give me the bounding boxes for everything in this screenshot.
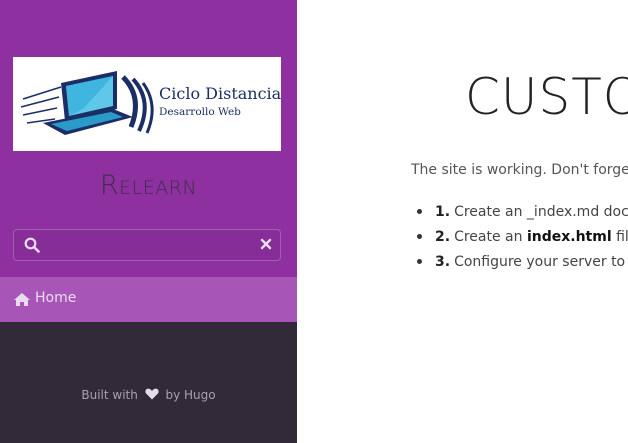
page-title: CUSTOM HOME PAGE xyxy=(465,68,628,126)
site-name[interactable]: Relearn xyxy=(0,170,297,201)
step-number: 1. xyxy=(435,204,451,220)
footer-prefix: Built with xyxy=(81,388,138,402)
footer-suffix[interactable]: by Hugo xyxy=(166,388,216,402)
menu-item-label: Home xyxy=(35,290,77,306)
intro-text: The site is working. Don't forget to cus… xyxy=(411,162,628,178)
close-icon[interactable] xyxy=(259,237,273,251)
search-icon xyxy=(24,237,40,253)
list-item: 2.Create an index.html file in the stati… xyxy=(417,227,628,252)
step-text: Configure your server to automatically r… xyxy=(454,254,628,270)
step-text: Create an _index.md document in content … xyxy=(454,204,628,220)
search-input[interactable] xyxy=(48,234,252,258)
heart-icon xyxy=(145,388,159,400)
search-box xyxy=(13,229,281,261)
list-item: 1.Create an _index.md document in conten… xyxy=(417,202,628,227)
home-icon xyxy=(14,293,30,306)
sidebar-header: Ciclo Distancia Desarrollo Web Relearn xyxy=(0,0,297,277)
laptop-logo-icon xyxy=(20,71,154,135)
logo-subtitle: Desarrollo Web xyxy=(159,106,241,118)
site-logo[interactable]: Ciclo Distancia Desarrollo Web xyxy=(13,57,281,151)
step-text-before: Create an xyxy=(454,229,527,245)
main-content: CUSTOM HOME PAGE The site is working. Do… xyxy=(297,0,628,443)
sidebar: Ciclo Distancia Desarrollo Web Relearn H… xyxy=(0,0,297,443)
menu-item-home[interactable]: Home xyxy=(0,277,297,322)
sidebar-footer: Built with by Hugo xyxy=(0,388,297,402)
steps-list: 1.Create an _index.md document in conten… xyxy=(411,202,628,277)
step-number: 3. xyxy=(435,254,451,270)
step-bold: index.html xyxy=(526,229,612,245)
step-text-after: file in the static folder and fill the f… xyxy=(616,229,628,245)
list-item: 3.Configure your server to automatically… xyxy=(417,252,628,277)
step-number: 2. xyxy=(435,229,451,245)
logo-title: Ciclo Distancia xyxy=(159,84,282,103)
